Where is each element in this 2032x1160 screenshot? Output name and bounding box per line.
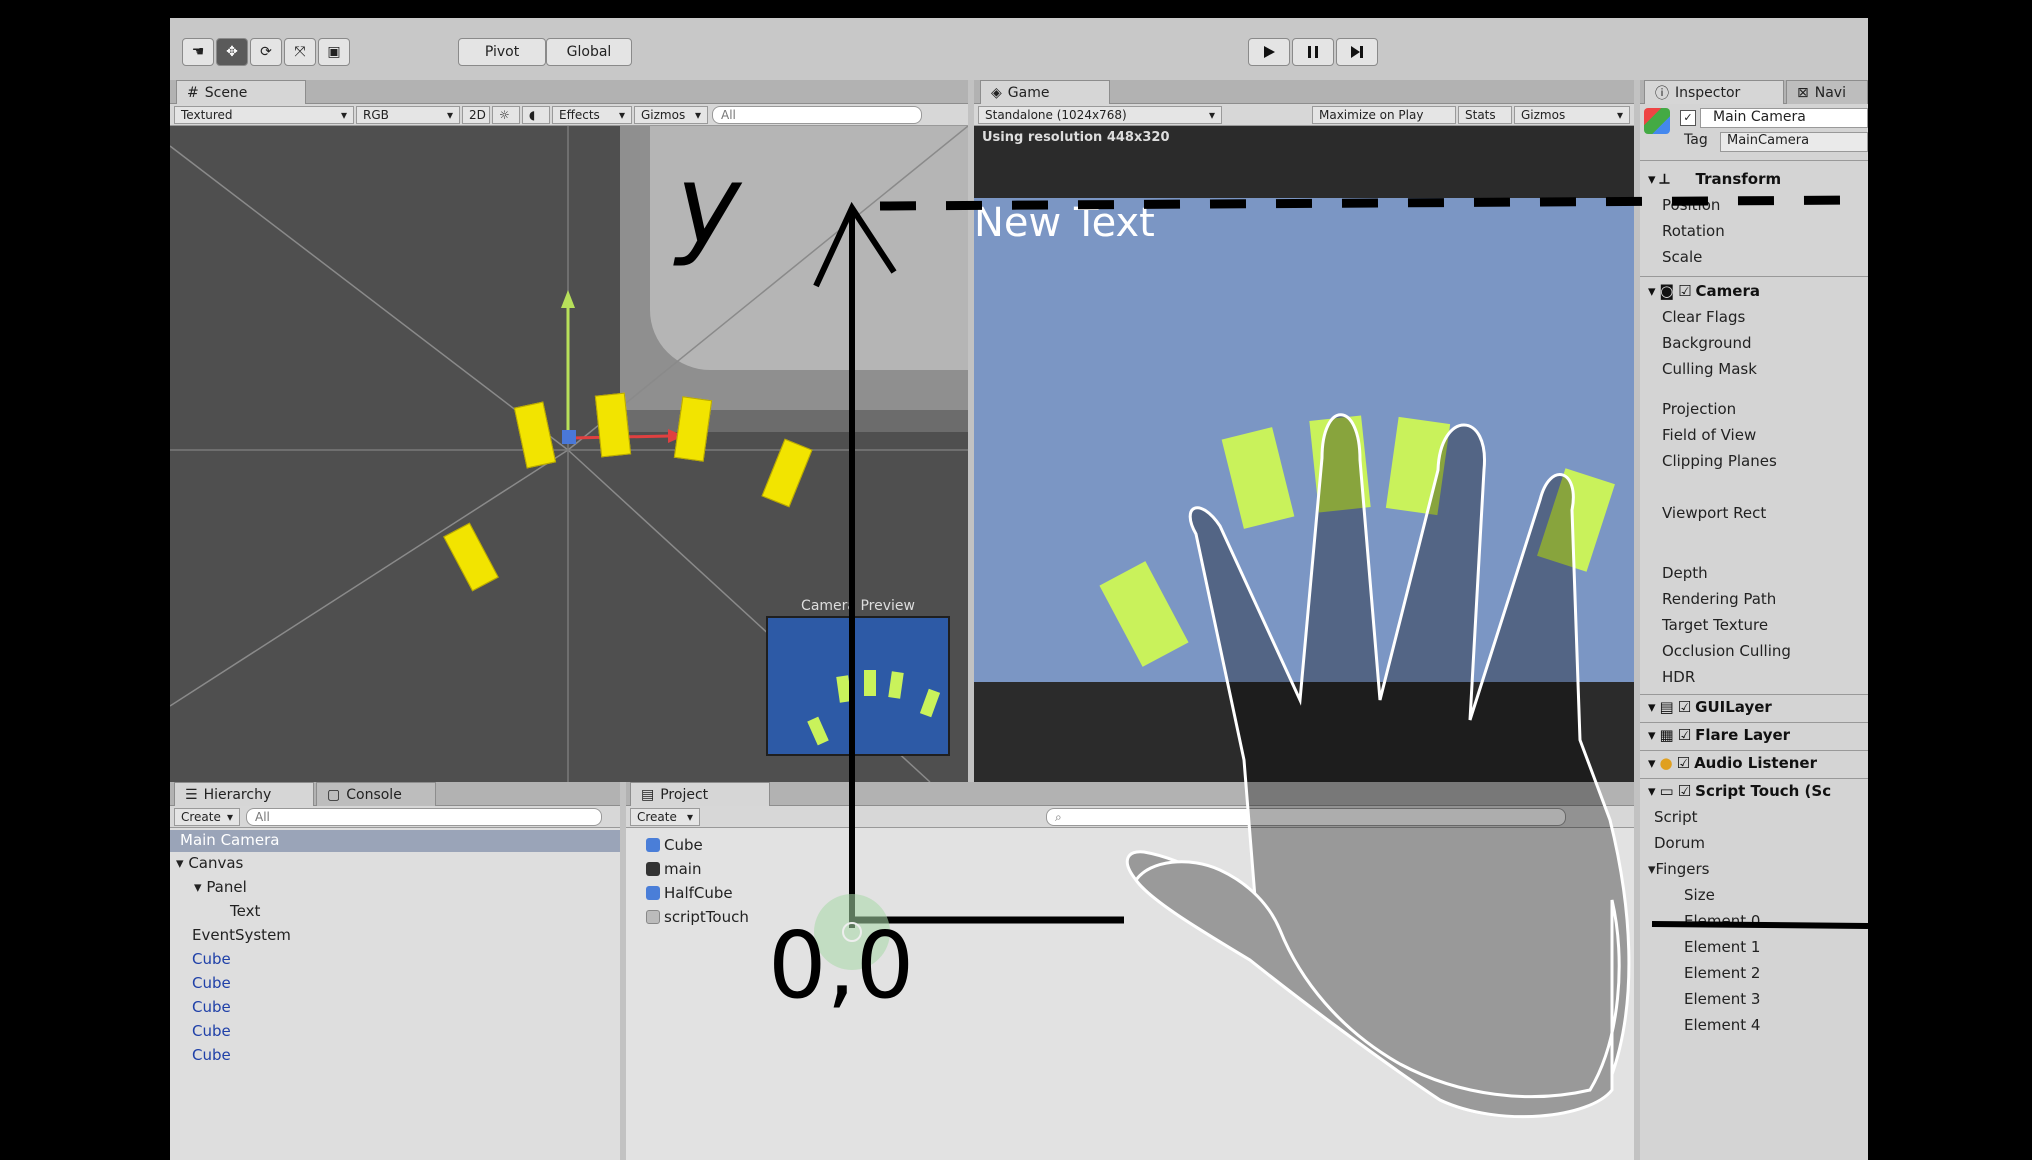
y-axis-label: y bbox=[676, 141, 742, 269]
dashed-guide-line bbox=[879, 195, 1869, 211]
hand-illustration bbox=[1125, 413, 1631, 1118]
size-underline bbox=[1651, 921, 1869, 929]
annotation-overlay bbox=[813, 195, 1869, 1119]
origin-label: 0,0 bbox=[768, 912, 915, 1019]
